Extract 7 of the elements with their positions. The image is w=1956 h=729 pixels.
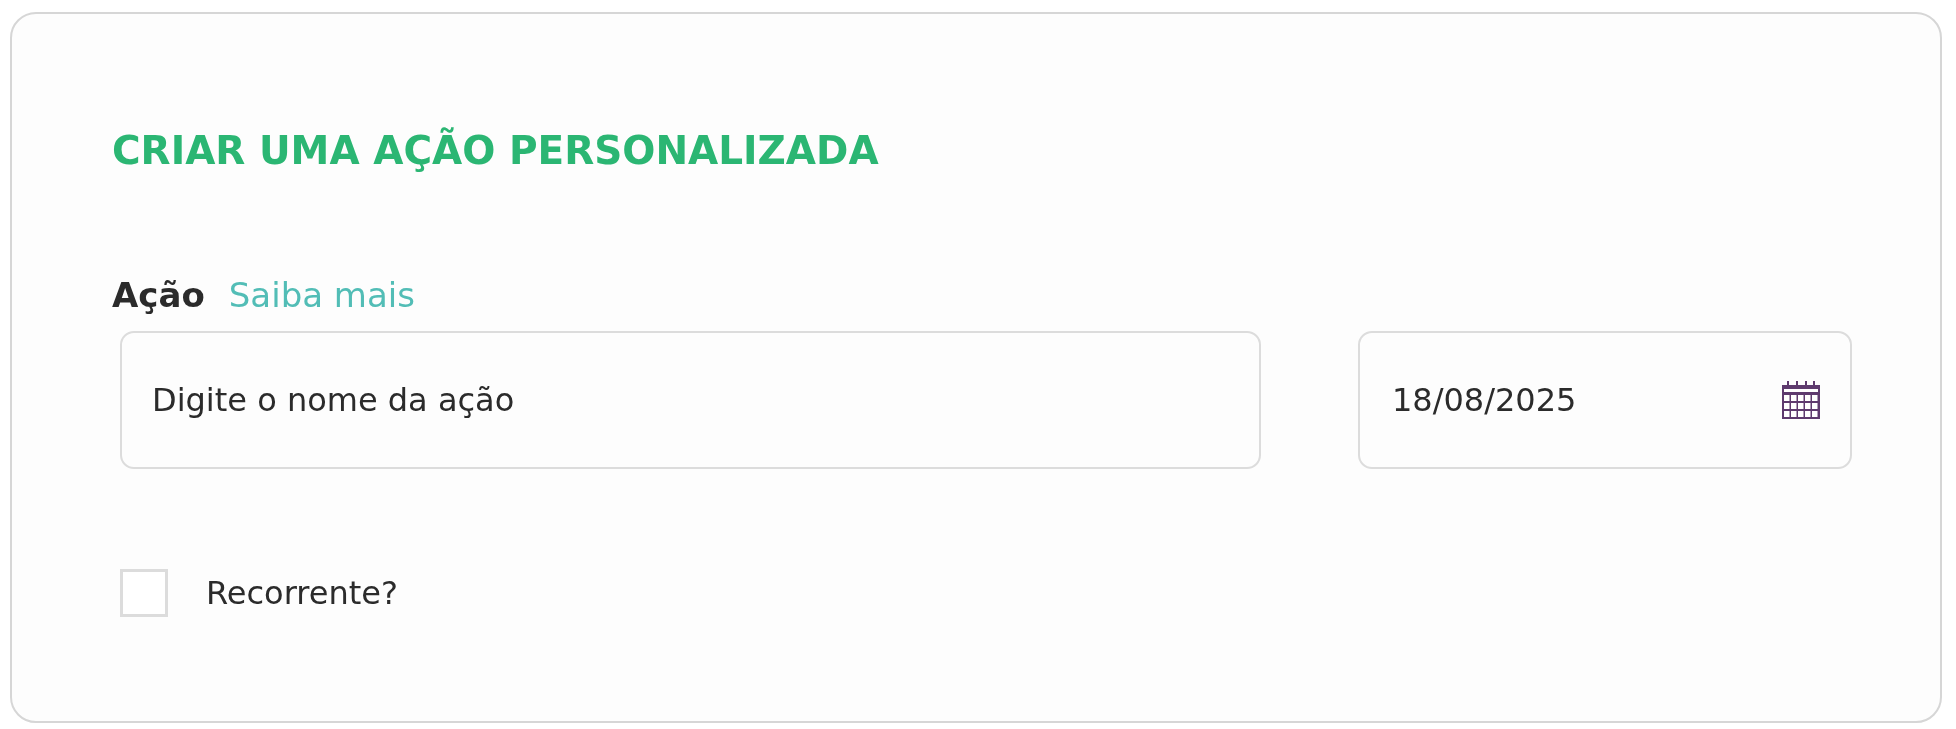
action-name-input[interactable]: Digite o nome da ação xyxy=(120,330,1261,469)
form-title: CRIAR UMA AÇÃO PERSONALIZADA xyxy=(112,128,880,175)
checkbox[interactable] xyxy=(120,568,168,617)
field-label: Ação xyxy=(112,274,205,315)
calendar-icon xyxy=(1782,380,1820,419)
date-input[interactable]: 18/08/2025 xyxy=(1358,330,1852,469)
checkbox-label: Recorrente? xyxy=(206,573,398,612)
